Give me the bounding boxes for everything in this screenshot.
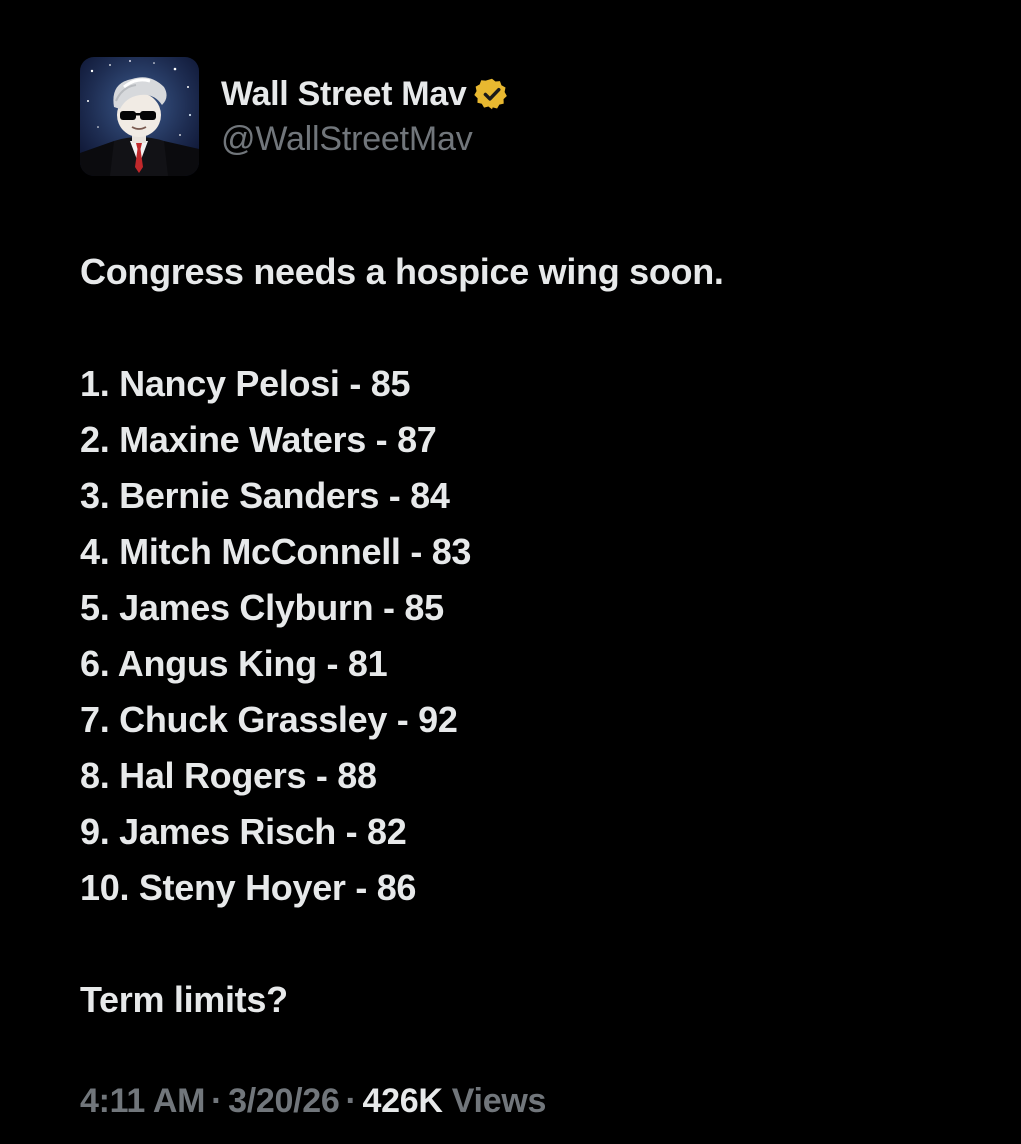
author-display-name[interactable]: Wall Street Mav [221,75,467,114]
tweet-date[interactable]: 3/20/26 [228,1082,340,1120]
list-item: 10. Steny Hoyer - 86 [80,867,417,908]
author-handle[interactable]: @WallStreetMav [221,120,473,159]
list-item: 6. Angus King - 81 [80,643,388,684]
meta-separator: · [211,1082,223,1120]
list-item: 9. James Risch - 82 [80,811,407,852]
list-item: 5. James Clyburn - 85 [80,587,444,628]
list-item: 8. Hal Rogers - 88 [80,755,377,796]
avatar[interactable] [80,57,199,176]
tweet-time[interactable]: 4:11 AM [80,1082,205,1120]
avatar-image [80,57,199,176]
tweet-card: Wall Street Mav @WallStreetMav Congress … [0,0,1021,1144]
author-name-row: Wall Street Mav [221,70,510,118]
views-count[interactable]: 426K [363,1082,443,1120]
tweet-intro: Congress needs a hospice wing soon. [80,251,724,292]
list-item: 1. Nancy Pelosi - 85 [80,363,411,404]
list-item: 4. Mitch McConnell - 83 [80,531,472,572]
verified-badge-icon[interactable] [473,76,510,112]
tweet-text: Congress needs a hospice wing soon. 1. N… [80,244,980,1028]
list-item: 3. Bernie Sanders - 84 [80,475,450,516]
tweet-meta: 4:11 AM · 3/20/26 · 426K Views [80,1082,546,1121]
tweet-list: 1. Nancy Pelosi - 85 2. Maxine Waters - … [80,356,980,916]
meta-separator: · [345,1082,357,1120]
tweet-outro: Term limits? [80,979,288,1020]
views-label[interactable]: Views [452,1082,547,1120]
list-item: 7. Chuck Grassley - 92 [80,699,458,740]
list-item: 2. Maxine Waters - 87 [80,419,437,460]
